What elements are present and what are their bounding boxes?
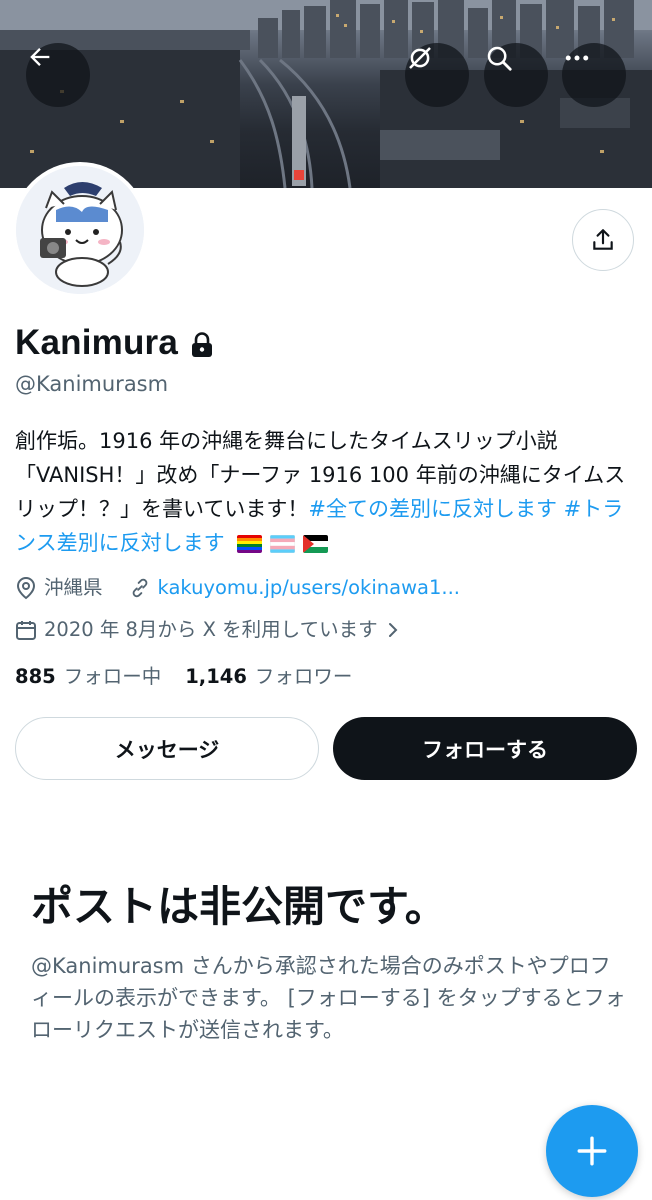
share-button[interactable]	[572, 209, 634, 271]
ellipsis-icon	[565, 55, 589, 61]
profile-banner[interactable]	[0, 0, 652, 188]
eye-slash-icon	[409, 47, 431, 69]
hashtag-link[interactable]: #全ての差別に反対します	[308, 497, 557, 521]
calendar-icon	[16, 621, 36, 640]
location-text: 沖縄県	[44, 576, 103, 599]
lock-icon	[192, 332, 213, 357]
hide-button[interactable]	[405, 43, 469, 107]
bio: 創作垢。1916 年の沖縄を舞台にしたタイムスリップ小説「VANISH！」改め「…	[15, 424, 641, 560]
private-notice-title: ポストは非公開です。	[31, 882, 447, 931]
followers-label: フォロワー	[254, 665, 353, 688]
compose-button[interactable]	[546, 1105, 638, 1197]
display-name: Kanimura	[15, 323, 179, 362]
flag-emojis	[237, 535, 329, 553]
cat-avatar-illustration	[16, 166, 144, 294]
profile-meta-row: 沖縄県 kakuyomu.jp/users/okinawa1...	[15, 573, 460, 603]
joined-row[interactable]: 2020 年 8月から X を利用しています	[15, 615, 409, 645]
private-notice-description: @Kanimurasm さんから承認された場合のみポストやプロフィールの表示がで…	[31, 954, 626, 1042]
profile-name-row: Kanimura	[15, 318, 214, 368]
transgender-flag-icon	[270, 535, 296, 553]
message-button[interactable]: メッセージ	[15, 717, 319, 780]
avatar[interactable]	[12, 162, 148, 298]
link-icon	[132, 578, 147, 598]
location-pin-icon	[16, 576, 36, 600]
arrow-left-icon	[30, 48, 50, 66]
plus-icon	[577, 1136, 607, 1166]
following-stat[interactable]: 885 フォロー中	[15, 662, 161, 692]
joined-text: 2020 年 8月から X を利用しています	[44, 618, 378, 641]
rainbow-flag-icon	[237, 535, 263, 553]
handle: @Kanimurasm	[15, 372, 169, 396]
share-icon	[593, 229, 613, 250]
palestine-flag-icon	[303, 535, 329, 553]
search-icon	[487, 46, 512, 71]
follow-button[interactable]: フォローする	[333, 717, 637, 780]
website-link[interactable]: kakuyomu.jp/users/okinawa1...	[158, 573, 460, 603]
following-count: 885	[15, 665, 56, 688]
more-button[interactable]	[562, 43, 626, 107]
search-button[interactable]	[484, 43, 548, 107]
following-label: フォロー中	[63, 665, 162, 688]
chevron-right-icon	[388, 623, 398, 637]
avatar-image	[16, 166, 144, 294]
followers-stat[interactable]: 1,146 フォロワー	[185, 662, 352, 692]
follow-stats: 885 フォロー中 1,146 フォロワー	[15, 662, 376, 692]
followers-count: 1,146	[185, 665, 247, 688]
city-skyline-image	[0, 0, 652, 188]
back-button[interactable]	[26, 43, 90, 107]
